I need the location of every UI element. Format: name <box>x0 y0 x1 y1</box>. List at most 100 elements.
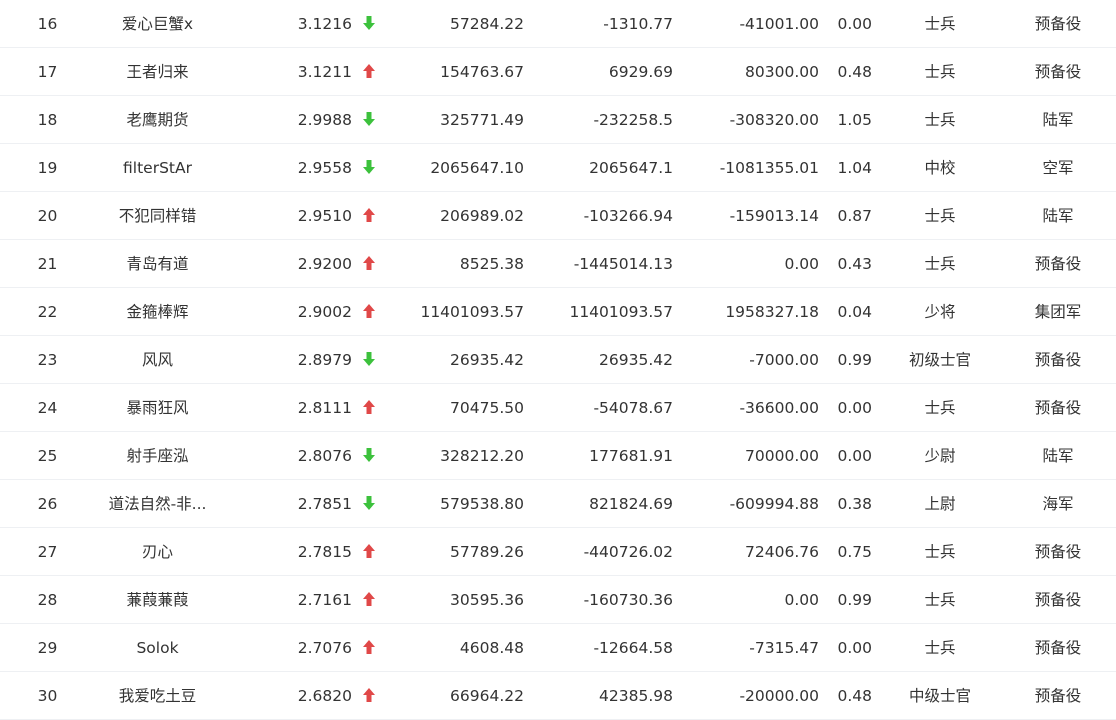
value-2-cell: -440726.02 <box>583 543 673 561</box>
name-cell[interactable]: 刃心 <box>95 528 220 576</box>
name-cell[interactable]: 暴雨狂风 <box>95 384 220 432</box>
arrow-up-icon <box>358 288 380 336</box>
value-3-cell: -609994.88 <box>729 495 819 513</box>
score-cell: 2.7161 <box>297 591 352 609</box>
title-cell: 士兵 <box>924 543 956 561</box>
table-row[interactable]: 24 暴雨狂风 2.8111 70475.50 -54078.67 -36600… <box>0 384 1116 432</box>
value-2-cell: -232258.5 <box>593 111 673 129</box>
rank-cell: 27 <box>37 543 58 561</box>
value-2-cell: -54078.67 <box>593 399 673 417</box>
table-row[interactable]: 16 爱心巨蟹x 3.1216 57284.22 -1310.77 -41001… <box>0 0 1116 48</box>
arrow-up-icon <box>358 192 380 240</box>
table-row[interactable]: 22 金箍棒辉 2.9002 11401093.57 11401093.57 1… <box>0 288 1116 336</box>
name-cell[interactable]: 老鹰期货 <box>95 96 220 144</box>
score-cell: 2.9558 <box>297 159 352 177</box>
rank-cell: 30 <box>37 687 58 705</box>
value-3-cell: 80300.00 <box>745 63 819 81</box>
table-row[interactable]: 18 老鹰期货 2.9988 325771.49 -232258.5 -3083… <box>0 96 1116 144</box>
name-cell[interactable]: 我爱吃土豆 <box>95 672 220 720</box>
arrow-up-icon <box>358 384 380 432</box>
branch-cell: 预备役 <box>1034 255 1082 273</box>
value-1-cell: 66964.22 <box>450 687 524 705</box>
title-cell: 士兵 <box>924 63 956 81</box>
table-row[interactable]: 19 filterStAr 2.9558 2065647.10 2065647.… <box>0 144 1116 192</box>
name-cell[interactable]: 金箍棒辉 <box>95 288 220 336</box>
name-cell[interactable]: 道法自然-非... <box>95 480 220 528</box>
rank-cell: 17 <box>37 63 58 81</box>
arrow-up-icon <box>358 624 380 672</box>
title-cell: 士兵 <box>924 15 956 33</box>
value-1-cell: 4608.48 <box>459 639 524 657</box>
value-2-cell: 42385.98 <box>599 687 673 705</box>
branch-cell: 预备役 <box>1034 351 1082 369</box>
value-3-cell: -20000.00 <box>739 687 819 705</box>
value-3-cell: 70000.00 <box>745 447 819 465</box>
value-3-cell: 0.00 <box>784 591 819 609</box>
value-3-cell: 0.00 <box>784 255 819 273</box>
value-1-cell: 328212.20 <box>440 447 524 465</box>
value-4-cell: 0.75 <box>837 543 872 561</box>
score-cell: 2.9200 <box>297 255 352 273</box>
name-cell[interactable]: 王者归来 <box>95 48 220 96</box>
branch-cell: 预备役 <box>1034 639 1082 657</box>
arrow-down-icon <box>358 480 380 528</box>
branch-cell: 预备役 <box>1034 399 1082 417</box>
value-2-cell: 26935.42 <box>599 351 673 369</box>
arrow-up-icon <box>358 48 380 96</box>
value-3-cell: -308320.00 <box>729 111 819 129</box>
rank-cell: 21 <box>37 255 58 273</box>
value-2-cell: -12664.58 <box>593 639 673 657</box>
rank-cell: 29 <box>37 639 58 657</box>
name-cell[interactable]: 风风 <box>95 336 220 384</box>
branch-cell: 陆军 <box>1042 111 1074 129</box>
title-cell: 士兵 <box>924 639 956 657</box>
score-cell: 2.9988 <box>297 111 352 129</box>
table-row[interactable]: 20 不犯同样错 2.9510 206989.02 -103266.94 -15… <box>0 192 1116 240</box>
table-row[interactable]: 17 王者归来 3.1211 154763.67 6929.69 80300.0… <box>0 48 1116 96</box>
rank-cell: 22 <box>37 303 58 321</box>
table-row[interactable]: 25 射手座泓 2.8076 328212.20 177681.91 70000… <box>0 432 1116 480</box>
value-1-cell: 2065647.10 <box>430 159 524 177</box>
table-row[interactable]: 21 青岛有道 2.9200 8525.38 -1445014.13 0.00 … <box>0 240 1116 288</box>
value-4-cell: 0.99 <box>837 591 872 609</box>
table-row[interactable]: 28 蒹葭蒹葭 2.7161 30595.36 -160730.36 0.00 … <box>0 576 1116 624</box>
title-cell: 中级士官 <box>908 687 971 705</box>
value-1-cell: 57284.22 <box>450 15 524 33</box>
name-cell[interactable]: filterStAr <box>95 144 220 192</box>
ranking-table: 16 爱心巨蟹x 3.1216 57284.22 -1310.77 -41001… <box>0 0 1116 720</box>
rank-cell: 25 <box>37 447 58 465</box>
branch-cell: 空军 <box>1042 159 1074 177</box>
name-cell[interactable]: 蒹葭蒹葭 <box>95 576 220 624</box>
title-cell: 初级士官 <box>908 351 971 369</box>
score-cell: 2.8979 <box>297 351 352 369</box>
table-row[interactable]: 23 风风 2.8979 26935.42 26935.42 -7000.00 … <box>0 336 1116 384</box>
value-1-cell: 11401093.57 <box>420 303 524 321</box>
name-cell[interactable]: 射手座泓 <box>95 432 220 480</box>
name-cell[interactable]: 不犯同样错 <box>95 192 220 240</box>
title-cell: 上尉 <box>924 495 956 513</box>
value-1-cell: 8525.38 <box>459 255 524 273</box>
value-3-cell: 72406.76 <box>745 543 819 561</box>
value-4-cell: 0.99 <box>837 351 872 369</box>
name-cell[interactable]: Solok <box>95 624 220 672</box>
value-1-cell: 206989.02 <box>440 207 524 225</box>
table-row[interactable]: 29 Solok 2.7076 4608.48 -12664.58 -7315.… <box>0 624 1116 672</box>
name-cell[interactable]: 青岛有道 <box>95 240 220 288</box>
title-cell: 中校 <box>924 159 956 177</box>
table-row[interactable]: 30 我爱吃土豆 2.6820 66964.22 42385.98 -20000… <box>0 672 1116 720</box>
table-row[interactable]: 26 道法自然-非... 2.7851 579538.80 821824.69 … <box>0 480 1116 528</box>
arrow-down-icon <box>358 432 380 480</box>
name-cell[interactable]: 爱心巨蟹x <box>95 0 220 48</box>
value-2-cell: -1445014.13 <box>573 255 673 273</box>
table-row[interactable]: 27 刃心 2.7815 57789.26 -440726.02 72406.7… <box>0 528 1116 576</box>
value-1-cell: 579538.80 <box>440 495 524 513</box>
score-cell: 3.1216 <box>297 15 352 33</box>
value-2-cell: 821824.69 <box>589 495 673 513</box>
branch-cell: 陆军 <box>1042 207 1074 225</box>
rank-cell: 24 <box>37 399 58 417</box>
rank-cell: 19 <box>37 159 58 177</box>
title-cell: 士兵 <box>924 591 956 609</box>
branch-cell: 预备役 <box>1034 63 1082 81</box>
value-2-cell: 6929.69 <box>608 63 673 81</box>
branch-cell: 海军 <box>1042 495 1074 513</box>
